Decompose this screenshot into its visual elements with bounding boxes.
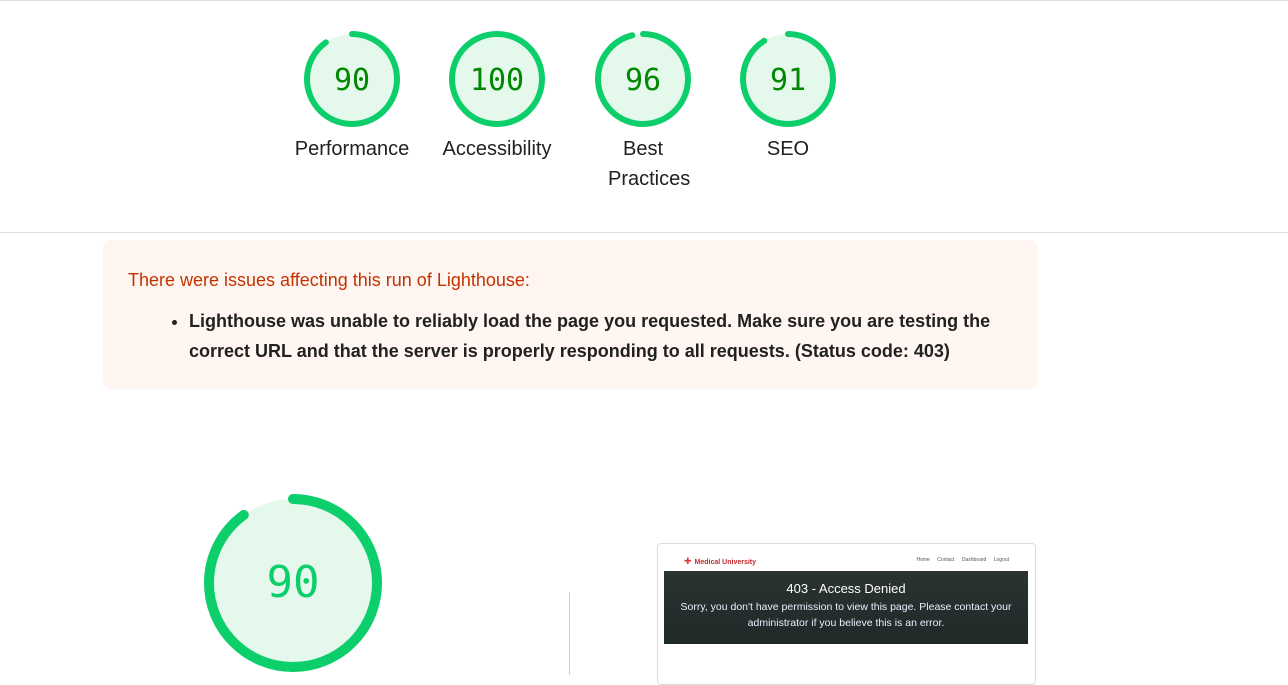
gauge-label: SEO [766, 138, 810, 160]
gauge-performance[interactable]: 90 Performance [292, 30, 412, 164]
screenshot-nav-dashboard: Dashboard [961, 557, 987, 563]
gauge-score: 91 [770, 63, 806, 98]
screenshot-hero: 403 - Access Denied Sorry, you don't hav… [664, 571, 1028, 644]
gauge-label: Accessibility [442, 138, 552, 160]
run-warning-item: Lighthouse was unable to reliably load t… [189, 306, 1009, 366]
screenshot-heading: 403 - Access Denied [786, 581, 906, 596]
screenshot-message: Sorry, you don't have permission to view… [680, 601, 1012, 629]
top-border [0, 0, 1288, 1]
screenshot-nav-contact: Contact [937, 557, 955, 563]
gauge-score: 90 [334, 63, 370, 98]
run-warnings: There were issues affecting this run of … [103, 240, 1038, 389]
performance-gauge-large[interactable]: 90 [203, 493, 383, 678]
gauge-ring: 90 [204, 494, 382, 672]
gauge-seo[interactable]: 91 SEO [728, 30, 848, 164]
gauge-best-practices[interactable]: 96 Best Practices [583, 30, 703, 194]
gauge-label: Performance [294, 138, 410, 160]
screenshot-brand: ✚ Medical University [684, 556, 756, 567]
gauge-ring: 96 [595, 31, 691, 127]
gauge-ring: 90 [304, 31, 400, 127]
screenshot-nav-home: Home [916, 557, 930, 563]
section-divider [0, 232, 1288, 233]
screenshot-nav-links: Home Contact Dashboard Logout [910, 557, 1009, 563]
red-cross-icon: ✚ [684, 556, 692, 566]
screenshot-navbar: ✚ Medical University Home Contact Dashboa… [658, 544, 1035, 572]
gauge-ring: 91 [740, 31, 836, 127]
gauge-accessibility[interactable]: 100 Accessibility [437, 30, 557, 164]
run-warnings-title: There were issues affecting this run of … [128, 270, 530, 290]
screenshot-nav-logout: Logout [993, 557, 1009, 563]
vertical-divider [569, 592, 570, 675]
gauge-ring: 100 [449, 31, 545, 127]
final-screenshot[interactable]: ✚ Medical University Home Contact Dashboa… [657, 543, 1036, 685]
gauge-score: 90 [267, 557, 320, 608]
run-warnings-list: Lighthouse was unable to reliably load t… [165, 306, 1009, 366]
gauge-score: 96 [625, 63, 661, 98]
gauge-score: 100 [470, 63, 524, 98]
gauge-label: Best Practices [608, 138, 691, 190]
screenshot-brand-label: Medical University [694, 559, 757, 566]
